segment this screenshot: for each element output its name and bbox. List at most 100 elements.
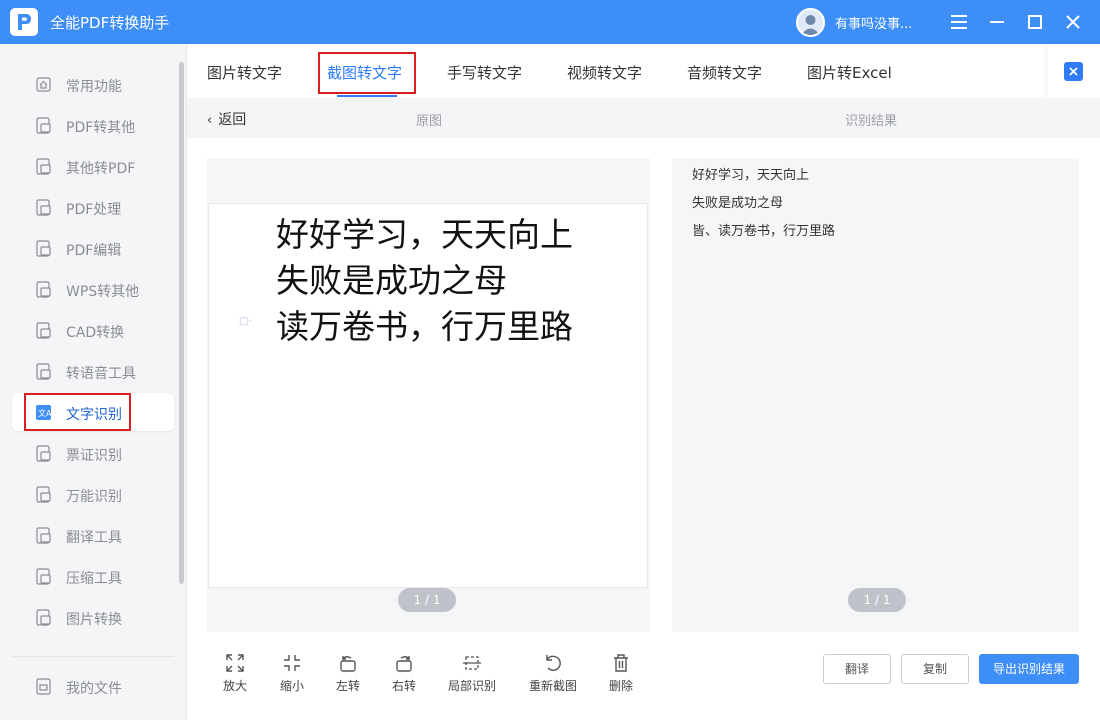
tab-screenshot-to-text[interactable]: 截图转文字 [327, 62, 402, 83]
pdf-process-icon [34, 198, 53, 217]
tool-label: 删除 [608, 679, 633, 693]
rotate-right-button[interactable]: 右转 [374, 652, 434, 698]
sidebar-item-label: 翻译工具 [66, 530, 122, 546]
partial-recognize-icon [463, 656, 481, 670]
close-panel-button[interactable] [1048, 44, 1100, 98]
svg-text:文A: 文A [38, 408, 52, 418]
pdf-convert-icon [34, 116, 53, 135]
sidebar-item-universal-scan[interactable]: 万能识别 [12, 475, 174, 513]
sidebar-item-label: PDF编辑 [66, 243, 122, 259]
sidebar-item-zip[interactable]: 压缩工具 [12, 557, 174, 595]
result-text-line[interactable]: 失败是成功之母 [692, 192, 783, 211]
tab-bar [187, 44, 1100, 98]
sidebar-item-pdf-process[interactable]: PDF处理 [12, 188, 174, 226]
tool-label: 左转 [335, 679, 360, 693]
sidebar-item-label: 其他转PDF [66, 161, 136, 177]
home-grid-icon [34, 75, 53, 94]
sidebar-item-voice[interactable]: 转语音工具 [12, 352, 174, 390]
rotate-right-icon [396, 656, 412, 672]
original-column-title: 原图 [416, 114, 443, 129]
username[interactable]: 有事吗没事... [835, 13, 912, 32]
tab-video-to-text[interactable]: 视频转文字 [567, 62, 642, 83]
sidebar-item-to-pdf[interactable]: 其他转PDF [12, 147, 174, 185]
zoom-out-icon [284, 655, 300, 671]
sidebar-item-label: 我的文件 [66, 681, 122, 697]
ticket-icon [34, 444, 53, 463]
back-label: 返回 [218, 112, 247, 128]
cad-icon [34, 321, 53, 340]
voice-icon [34, 362, 53, 381]
sidebar-item-pdf-convert[interactable]: PDF转其他 [12, 106, 174, 144]
result-column-title: 识别结果 [845, 114, 898, 129]
menu-icon[interactable] [947, 10, 971, 34]
sidebar-divider [12, 656, 174, 657]
my-files-icon [34, 677, 53, 696]
delete-icon [614, 654, 628, 672]
tool-label: 缩小 [279, 679, 304, 693]
pdf-edit-icon [34, 239, 53, 258]
sidebar-item-label: PDF转其他 [66, 120, 136, 136]
sidebar-item-label: 图片转换 [66, 612, 122, 628]
retake-screenshot-icon [546, 655, 561, 671]
wps-icon [34, 280, 53, 299]
sidebar-item-home-grid[interactable]: 常用功能 [12, 65, 174, 103]
translate-icon [34, 526, 53, 545]
original-text-line: 好好学习，天天向上 [276, 215, 573, 254]
copy-button[interactable]: 复制 [901, 654, 969, 684]
sidebar-item-wps[interactable]: WPS转其他 [12, 270, 174, 308]
tool-label: 局部识别 [447, 679, 496, 693]
result-page-indicator: 1 / 1 [848, 588, 906, 612]
sidebar-item-image-convert[interactable]: 图片转换 [12, 598, 174, 636]
universal-scan-icon [34, 485, 53, 504]
sidebar-item-ocr[interactable]: 文A 文字识别 [12, 393, 174, 431]
export-results-button[interactable]: 导出识别结果 [979, 654, 1079, 684]
rotate-left-button[interactable]: 左转 [318, 652, 378, 698]
sidebar-item-label: 文字识别 [66, 407, 122, 423]
avatar[interactable] [796, 8, 825, 37]
sidebar-item-pdf-edit[interactable]: PDF编辑 [12, 229, 174, 267]
translate-button[interactable]: 翻译 [823, 654, 891, 684]
sub-header: ‹ 返回 原图 识别结果 [187, 98, 1100, 138]
zoom-out-button[interactable]: 缩小 [262, 652, 322, 698]
sidebar-item-label: PDF处理 [66, 202, 122, 218]
zoom-in-button[interactable]: 放大 [205, 652, 265, 698]
sidebar-item-translate[interactable]: 翻译工具 [12, 516, 174, 554]
result-text-line[interactable]: 皆、读万卷书，行万里路 [692, 220, 835, 239]
sidebar-scrollbar[interactable] [179, 62, 184, 584]
maximize-icon[interactable] [1023, 10, 1047, 34]
back-button[interactable]: ‹ 返回 [207, 109, 246, 129]
image-convert-icon [34, 608, 53, 627]
close-icon[interactable] [1061, 10, 1085, 34]
tab-handwriting-to-text[interactable]: 手写转文字 [447, 62, 522, 83]
app-title: 全能PDF转换助手 [50, 14, 170, 32]
app-logo-icon [10, 8, 38, 36]
active-tab-underline [337, 95, 397, 97]
chevron-left-icon: ‹ [207, 113, 213, 128]
sidebar-item-label: WPS转其他 [66, 284, 140, 300]
tool-label: 重新截图 [528, 679, 577, 693]
partial-recognize-button[interactable]: 局部识别 [442, 652, 502, 698]
retake-screenshot-button[interactable]: 重新截图 [523, 652, 583, 698]
result-text-line[interactable]: 好好学习，天天向上 [692, 164, 809, 183]
tab-audio-to-text[interactable]: 音频转文字 [687, 62, 762, 83]
tool-label: 右转 [391, 679, 416, 693]
sidebar-item-cad[interactable]: CAD转换 [12, 311, 174, 349]
original-image: □· 好好学习，天天向上 失败是成功之母 读万卷书，行万里路 [208, 203, 648, 588]
sidebar-item-ticket[interactable]: 票证识别 [12, 434, 174, 472]
original-text-line: 读万卷书，行万里路 [276, 307, 573, 346]
delete-button[interactable]: 删除 [591, 652, 651, 698]
sidebar-item-my-files[interactable]: 我的文件 [12, 667, 174, 705]
sidebar-item-label: 转语音工具 [66, 366, 136, 382]
original-page-indicator: 1 / 1 [398, 588, 456, 612]
tab-image-to-text[interactable]: 图片转文字 [207, 62, 282, 83]
sidebar-item-label: CAD转换 [66, 325, 125, 341]
minimize-icon[interactable] [985, 10, 1009, 34]
ocr-icon: 文A [34, 403, 53, 422]
zoom-in-icon [226, 654, 244, 672]
to-pdf-icon [34, 157, 53, 176]
document-icon: □· [239, 316, 252, 327]
title-bar: 全能PDF转换助手 有事吗没事... [0, 0, 1100, 44]
tab-image-to-excel[interactable]: 图片转Excel [807, 62, 892, 83]
sidebar-item-label: 万能识别 [66, 489, 122, 505]
close-icon [1064, 62, 1083, 81]
